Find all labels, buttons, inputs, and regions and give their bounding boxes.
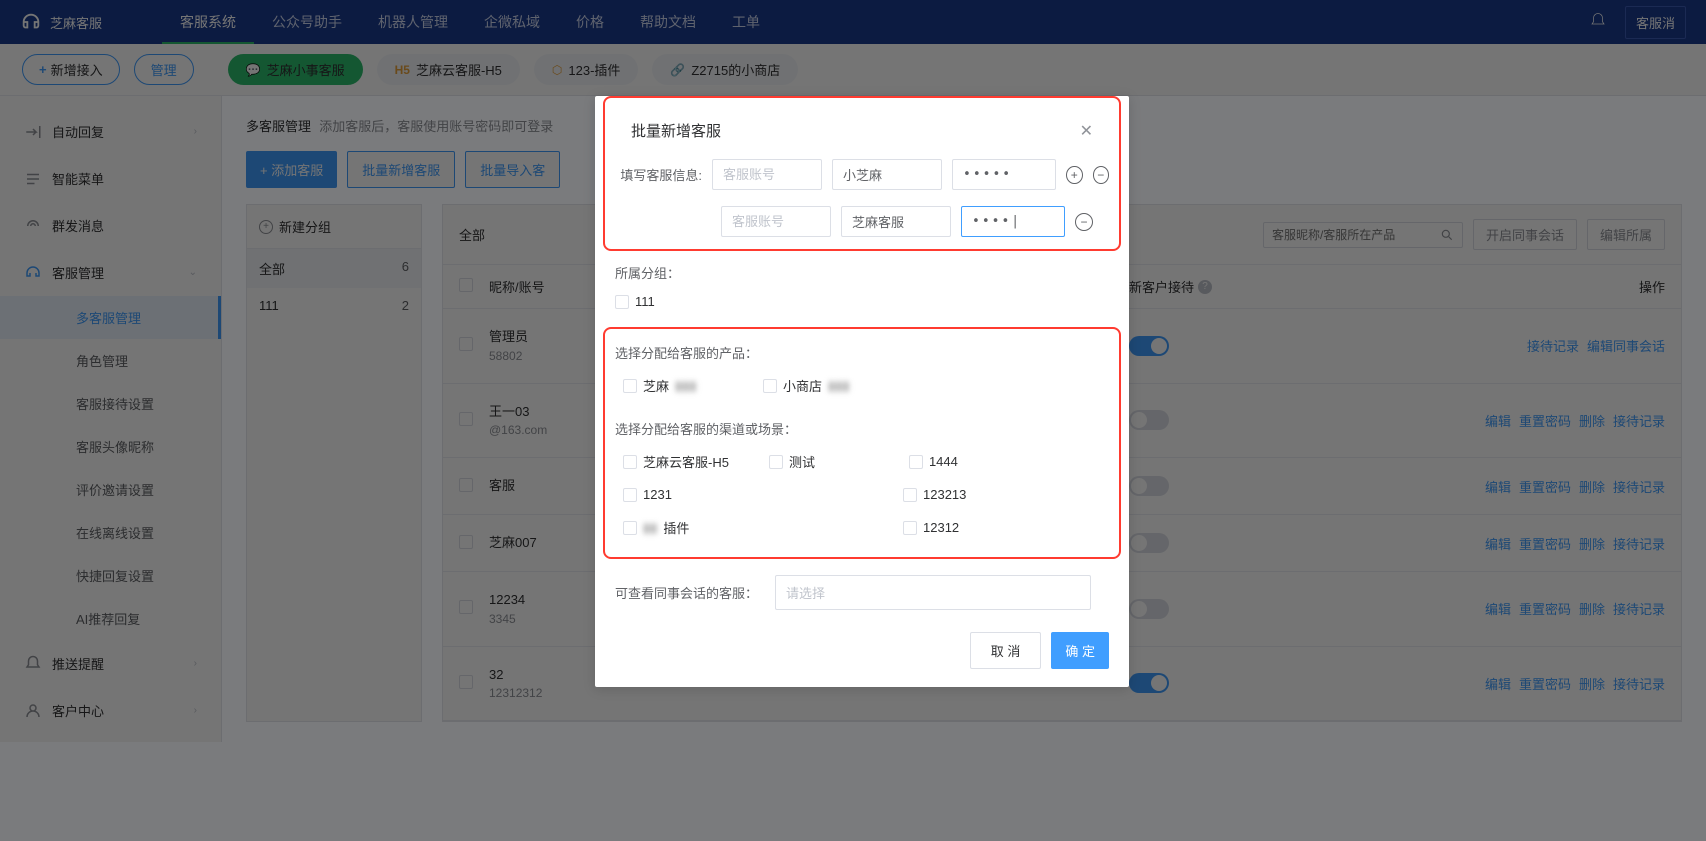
product-option[interactable]: 芝麻▮▮▮ bbox=[623, 376, 723, 395]
blurred-text: ▮▮▮ bbox=[675, 378, 696, 394]
product-option[interactable]: 小商店▮▮▮ bbox=[763, 376, 863, 395]
password-input[interactable] bbox=[961, 206, 1065, 237]
channel-option[interactable]: 芝麻云客服-H5 bbox=[623, 452, 729, 471]
channel-option[interactable]: 12312 bbox=[903, 518, 1003, 537]
close-icon[interactable]: ✕ bbox=[1080, 121, 1093, 141]
remove-row-icon[interactable]: − bbox=[1075, 213, 1093, 231]
cancel-button[interactable]: 取 消 bbox=[970, 632, 1042, 669]
channel-option[interactable]: 123213 bbox=[903, 487, 1003, 502]
account-input[interactable] bbox=[721, 206, 831, 237]
product-section-label: 选择分配给客服的产品： bbox=[615, 339, 1109, 372]
channel-option[interactable]: 1231 bbox=[623, 487, 723, 502]
modal-title: 批量新增客服 bbox=[631, 120, 721, 141]
group-section-label: 所属分组： bbox=[595, 251, 1129, 290]
blurred-text: ▮▮ bbox=[643, 520, 657, 536]
blurred-text: ▮▮▮ bbox=[828, 378, 849, 394]
name-input[interactable] bbox=[841, 206, 951, 237]
add-row-icon[interactable]: + bbox=[1066, 166, 1083, 184]
remove-row-icon[interactable]: − bbox=[1093, 166, 1110, 184]
group-option[interactable]: 111 bbox=[615, 294, 715, 309]
name-input[interactable] bbox=[832, 159, 942, 190]
channel-section-label: 选择分配给客服的渠道或场景： bbox=[615, 405, 1109, 448]
channel-option[interactable]: ▮▮插件 bbox=[623, 518, 723, 537]
confirm-button[interactable]: 确 定 bbox=[1051, 632, 1109, 669]
batch-add-modal: 批量新增客服 ✕ 填写客服信息:+−− 所属分组： 111 选择分配给客服的产品… bbox=[595, 96, 1129, 687]
account-input[interactable] bbox=[712, 159, 822, 190]
peer-label: 可查看同事会话的客服： bbox=[615, 583, 765, 602]
channel-option[interactable]: 1444 bbox=[909, 452, 1009, 471]
channel-option[interactable]: 测试 bbox=[769, 452, 869, 471]
peer-select[interactable]: 请选择 bbox=[775, 575, 1091, 610]
password-input[interactable] bbox=[952, 159, 1056, 190]
form-label: 填写客服信息: bbox=[615, 165, 702, 184]
